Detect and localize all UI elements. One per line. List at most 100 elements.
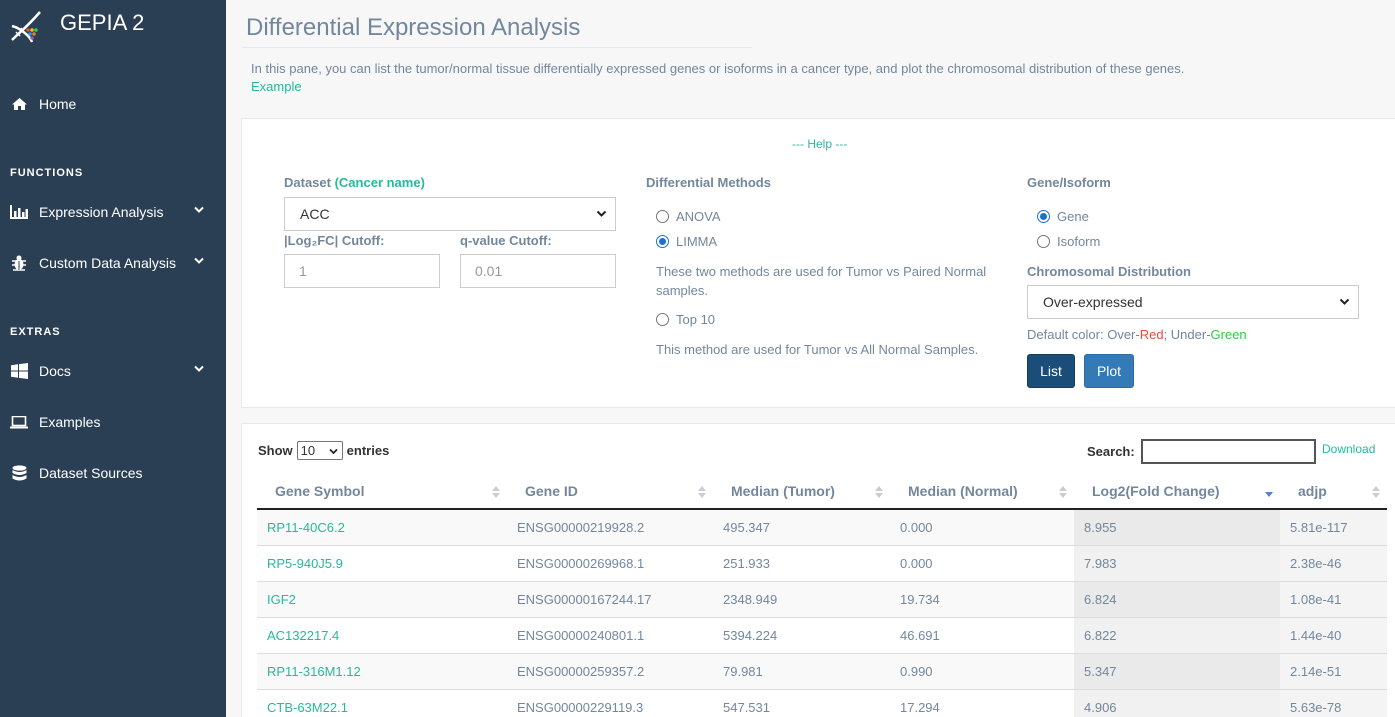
sort-both-icon <box>492 486 500 498</box>
sort-both-icon <box>1059 486 1067 498</box>
radio-button[interactable] <box>656 235 669 248</box>
sidebar-item-expression-analysis[interactable]: Expression Analysis <box>0 192 226 232</box>
entries-value: 10 <box>300 443 316 458</box>
radio-button[interactable] <box>656 313 669 326</box>
gene-symbol-link[interactable]: RP5-940J5.9 <box>257 544 507 581</box>
list-button[interactable]: List <box>1027 354 1075 388</box>
table-cell: 4.906 <box>1074 688 1280 717</box>
gene-symbol-link[interactable]: IGF2 <box>257 580 507 617</box>
table-body: RP11-40C6.2 ENSG00000219928.2 495.347 0.000… <box>257 508 1387 717</box>
intro-text: In this pane, you can list the tumor/nor… <box>251 61 1185 76</box>
method-anova-radio[interactable]: ANOVA <box>656 209 721 224</box>
table-cell: 5.81e-117 <box>1280 508 1387 545</box>
results-table: Gene Symbol Gene ID Median (Tumor) Median (… <box>257 474 1387 717</box>
table-cell: 251.933 <box>713 544 890 581</box>
table-row: CTB-63M22.1 ENSG00000229119.3 547.531 17.29… <box>257 688 1387 717</box>
radio-button[interactable] <box>1037 210 1050 223</box>
radio-label: LIMMA <box>676 234 718 249</box>
sidebar-item-label: Dataset Sources <box>39 465 143 481</box>
app-name: GEPIA 2 <box>60 10 145 35</box>
plot-button[interactable]: Plot <box>1084 354 1134 388</box>
sidebar-item-examples[interactable]: Examples <box>0 402 226 442</box>
color-note-mid: ; Under- <box>1163 327 1211 342</box>
table-cell: ENSG00000219928.2 <box>507 508 713 545</box>
download-link[interactable]: Download <box>1322 442 1375 456</box>
column-header[interactable]: Median (Tumor) <box>713 474 890 510</box>
chevron-down-icon <box>194 257 204 264</box>
column-header[interactable]: Gene Symbol <box>257 474 507 510</box>
windows-icon <box>10 363 28 379</box>
method-top10-radio[interactable]: Top 10 <box>656 312 715 327</box>
home-icon <box>10 96 28 112</box>
gene-radio[interactable]: Gene <box>1037 209 1089 224</box>
sidebar-item-home[interactable]: Home <box>0 84 226 124</box>
sidebar-item-label: Expression Analysis <box>39 204 164 220</box>
top10-note: This method are used for Tumor vs All No… <box>656 342 979 357</box>
gene-symbol-link[interactable]: CTB-63M22.1 <box>257 688 507 717</box>
sidebar: GEPIA 2 Home FUNCTIONS Expression Analys… <box>0 0 226 717</box>
show-entries-control: Show 10 entries <box>258 441 389 460</box>
table-row: RP5-940J5.9 ENSG00000269968.1 251.933 0.000… <box>257 544 1387 581</box>
qvalue-cutoff-input[interactable]: 0.01 <box>460 254 616 288</box>
radio-label: ANOVA <box>676 209 721 224</box>
chrom-value: Over-expressed <box>1043 294 1143 310</box>
page-title: Differential Expression Analysis <box>246 14 581 41</box>
method-limma-radio[interactable]: LIMMA <box>656 234 717 249</box>
chromosomal-distribution-select[interactable]: Over-expressed <box>1027 285 1359 319</box>
bar-chart-icon <box>10 204 28 220</box>
gene-symbol-link[interactable]: RP11-316M1.12 <box>257 652 507 689</box>
bug-icon <box>10 255 28 271</box>
dataset-label: Dataset (Cancer name) <box>284 175 425 190</box>
table-cell: ENSG00000259357.2 <box>507 652 713 689</box>
example-link[interactable]: Example <box>251 79 302 94</box>
table-cell: 7.983 <box>1074 544 1280 581</box>
table-row: RP11-40C6.2 ENSG00000219928.2 495.347 0.000… <box>257 508 1387 545</box>
sort-both-icon <box>698 486 706 498</box>
column-header-label: Gene ID <box>525 483 578 499</box>
dataset-select[interactable]: ACC <box>284 197 616 231</box>
column-header-label: Median (Tumor) <box>731 483 835 499</box>
table-cell: ENSG00000229119.3 <box>507 688 713 717</box>
brand[interactable]: GEPIA 2 <box>0 0 226 52</box>
column-header[interactable]: Median (Normal) <box>890 474 1074 510</box>
sort-desc-icon <box>1265 492 1273 497</box>
gene-isoform-label: Gene/Isoform <box>1027 175 1111 190</box>
table-cell: 0.000 <box>890 508 1074 545</box>
column-header[interactable]: adjp <box>1280 474 1387 510</box>
sidebar-item-docs[interactable]: Docs <box>0 351 226 391</box>
sidebar-item-label: Home <box>39 96 77 112</box>
sidebar-item-dataset-sources[interactable]: Dataset Sources <box>0 453 226 493</box>
column-header-label: Log2(Fold Change) <box>1092 483 1220 499</box>
table-cell: 5.63e-78 <box>1280 688 1387 717</box>
table-cell: ENSG00000240801.1 <box>507 616 713 653</box>
column-header[interactable]: Log2(Fold Change) <box>1074 474 1280 510</box>
table-cell: 5.347 <box>1074 652 1280 689</box>
isoform-radio[interactable]: Isoform <box>1037 234 1100 249</box>
table-cell: 495.347 <box>713 508 890 545</box>
sidebar-item-label: Docs <box>39 363 71 379</box>
table-row: IGF2 ENSG00000167244.17 2348.949 19.734 6.82… <box>257 580 1387 617</box>
title-divider <box>242 47 752 48</box>
gene-symbol-link[interactable]: RP11-40C6.2 <box>257 508 507 545</box>
differential-methods-label: Differential Methods <box>646 175 771 190</box>
table-cell: 547.531 <box>713 688 890 717</box>
dataset-value: ACC <box>300 206 330 222</box>
table-cell: 17.294 <box>890 688 1074 717</box>
sort-both-icon <box>875 486 883 498</box>
table-row: AC132217.4 ENSG00000240801.1 5394.224 46.69… <box>257 616 1387 653</box>
table-cell: 0.000 <box>890 544 1074 581</box>
gene-symbol-link[interactable]: AC132217.4 <box>257 616 507 653</box>
column-header[interactable]: Gene ID <box>507 474 713 510</box>
column-header-label: adjp <box>1298 483 1327 499</box>
column-header-label: Gene Symbol <box>275 483 365 499</box>
main-content: Differential Expression Analysis In this… <box>226 0 1395 717</box>
sidebar-item-custom-data-analysis[interactable]: Custom Data Analysis <box>0 243 226 283</box>
radio-button[interactable] <box>656 210 669 223</box>
radio-button[interactable] <box>1037 235 1050 248</box>
log2fc-cutoff-input[interactable]: 1 <box>284 254 440 288</box>
radio-label: Top 10 <box>676 312 716 327</box>
entries-select[interactable]: 10 <box>296 441 343 460</box>
search-input[interactable] <box>1141 439 1316 464</box>
default-color-note: Default color: Over-Red; Under-Green <box>1027 325 1247 344</box>
help-link[interactable]: --- Help --- <box>792 137 847 151</box>
